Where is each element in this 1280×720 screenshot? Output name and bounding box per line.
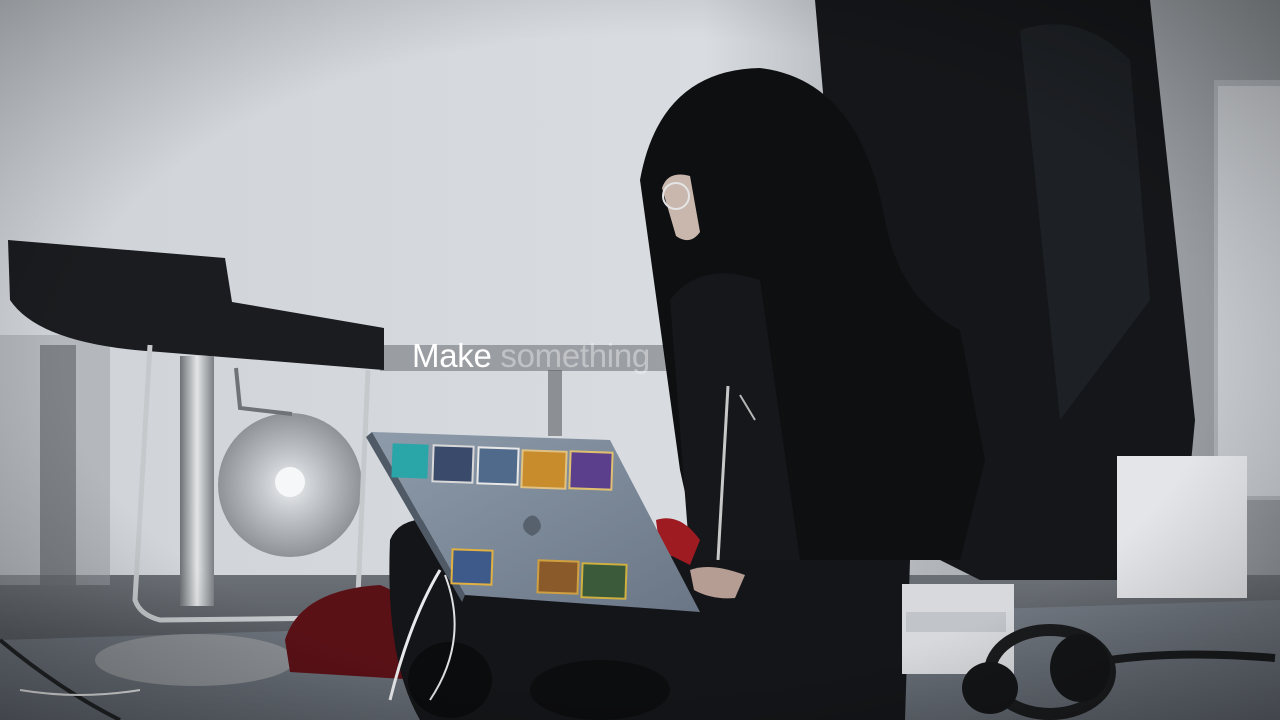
video-frame: Make something [0, 0, 1280, 720]
caption-word-something: something [500, 337, 650, 374]
caption-text: Make something [412, 336, 650, 376]
caption-word-make: Make [412, 337, 492, 374]
